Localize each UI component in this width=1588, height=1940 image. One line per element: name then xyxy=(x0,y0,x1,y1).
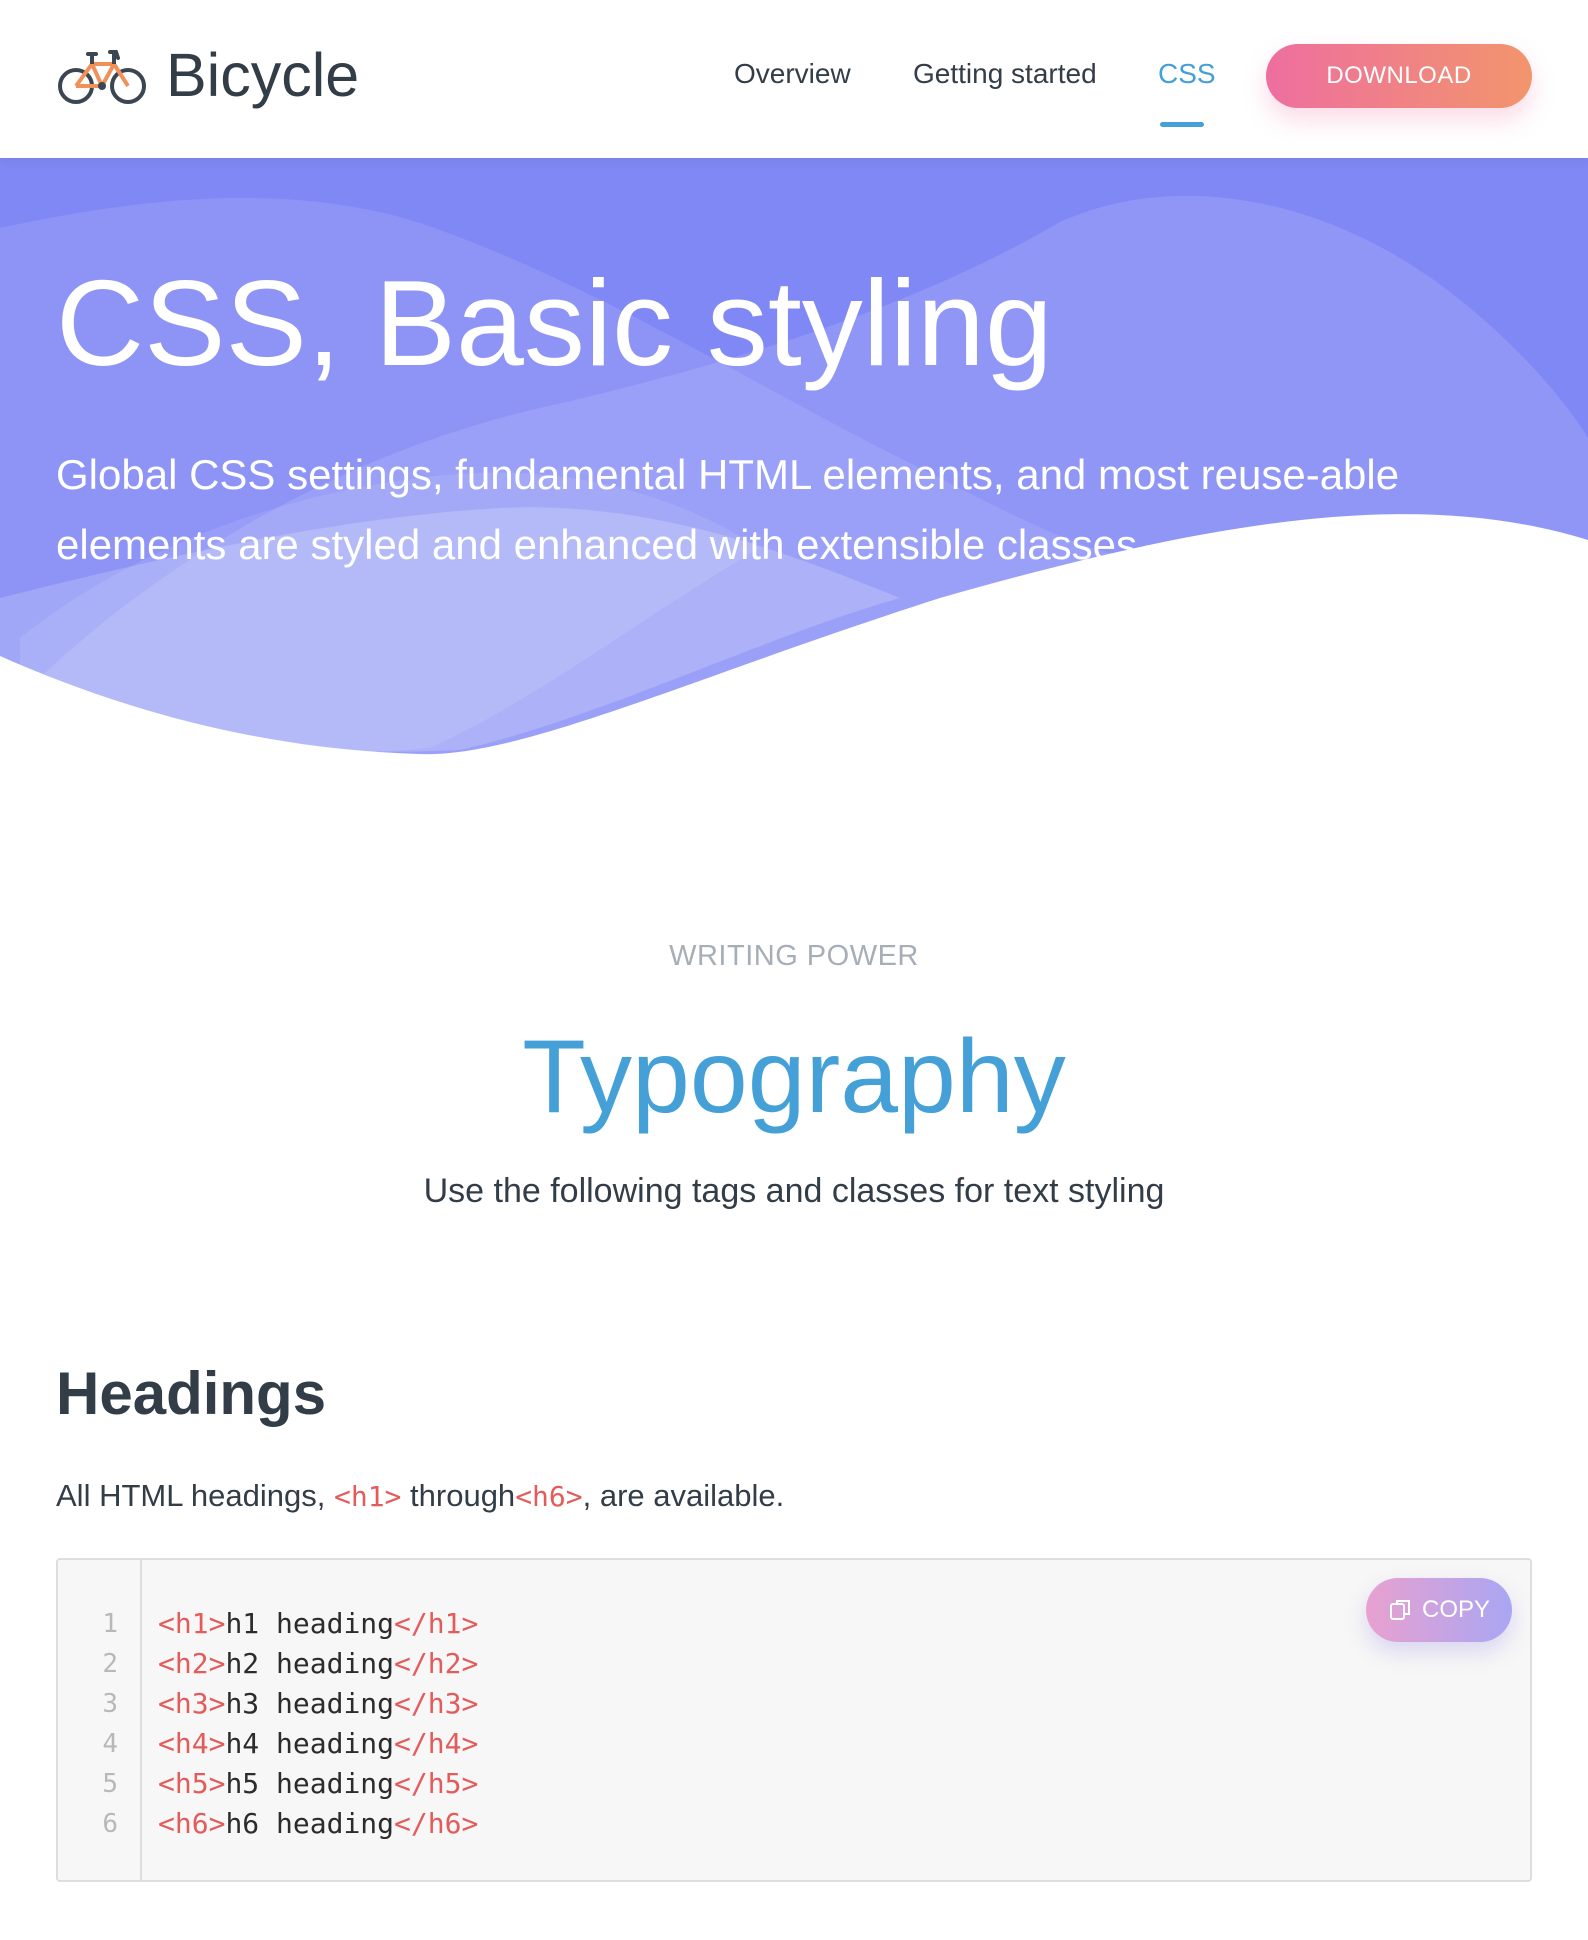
code-text: h2 heading xyxy=(225,1647,395,1680)
hero-banner: CSS, Basic styling Global CSS settings, … xyxy=(0,158,1588,778)
line-number: 5 xyxy=(102,1769,118,1799)
code-line: <h1>h1 heading</h1> xyxy=(158,1604,478,1644)
code-close-tag: </h3> xyxy=(394,1687,479,1720)
copy-icon xyxy=(1389,1600,1410,1620)
code-open-tag: <h2> xyxy=(158,1647,226,1680)
hero-title: CSS, Basic styling xyxy=(56,255,1053,391)
code-text: h3 heading xyxy=(225,1687,395,1720)
code-close-tag: </h1> xyxy=(394,1607,479,1640)
page: Bicycle Overview Getting started CSS DOW… xyxy=(0,0,1588,1940)
line-number: 1 xyxy=(102,1609,118,1639)
copy-button[interactable]: COPY xyxy=(1366,1578,1512,1642)
headings-text-mid: through xyxy=(401,1478,516,1513)
line-number: 3 xyxy=(102,1689,118,1719)
code-block[interactable]: 1 2 3 4 5 6 <h1>h1 heading</h1> <h2>h2 h… xyxy=(56,1558,1532,1882)
code-line: <h3>h3 heading</h3> xyxy=(158,1684,478,1724)
section-title: Typography xyxy=(522,1019,1066,1135)
headings-title: Headings xyxy=(56,1360,327,1427)
code-content: <h1>h1 heading</h1> <h2>h2 heading</h2> … xyxy=(158,1604,478,1844)
code-text: h5 heading xyxy=(225,1767,395,1800)
line-number: 6 xyxy=(102,1809,118,1839)
code-open-tag: <h4> xyxy=(158,1727,226,1760)
code-close-tag: </h4> xyxy=(394,1727,479,1760)
copy-label: COPY xyxy=(1421,1596,1490,1623)
section-eyebrow: WRITING POWER xyxy=(669,940,919,972)
nav-getting-started[interactable]: Getting started xyxy=(913,58,1097,90)
code-open-tag: <h3> xyxy=(158,1687,226,1720)
nav-overview[interactable]: Overview xyxy=(734,58,851,90)
nav-css[interactable]: CSS xyxy=(1158,58,1216,90)
headings-text-after: , are available. xyxy=(582,1478,785,1513)
inline-code-h6: <h6> xyxy=(515,1480,583,1513)
code-line: <h4>h4 heading</h4> xyxy=(158,1724,478,1764)
active-nav-indicator xyxy=(1160,122,1204,127)
code-text: h1 heading xyxy=(225,1607,395,1640)
line-number-gutter: 1 2 3 4 5 6 xyxy=(58,1560,142,1880)
code-open-tag: <h1> xyxy=(158,1607,226,1640)
code-line: <h2>h2 heading</h2> xyxy=(158,1644,478,1684)
code-close-tag: </h6> xyxy=(394,1807,479,1840)
inline-code-h1: <h1> xyxy=(333,1480,402,1513)
code-open-tag: <h6> xyxy=(158,1807,226,1840)
top-navbar: Bicycle Overview Getting started CSS DOW… xyxy=(0,0,1588,158)
code-line: <h5>h5 heading</h5> xyxy=(158,1764,478,1804)
code-close-tag: </h2> xyxy=(394,1647,479,1680)
line-number: 2 xyxy=(102,1649,118,1679)
code-text: h6 heading xyxy=(225,1807,395,1840)
download-button[interactable]: DOWNLOAD xyxy=(1266,44,1532,108)
headings-text-before: All HTML headings, xyxy=(56,1478,334,1513)
hero-subtitle: Global CSS settings, fundamental HTML el… xyxy=(56,451,1400,568)
code-line: <h6>h6 heading</h6> xyxy=(158,1804,478,1844)
line-number: 4 xyxy=(102,1729,118,1759)
code-close-tag: </h5> xyxy=(394,1767,479,1800)
code-open-tag: <h5> xyxy=(158,1767,226,1800)
headings-description: All HTML headings, <h1> through<h6>, are… xyxy=(56,1478,784,1514)
code-text: h4 heading xyxy=(225,1727,395,1760)
section-lead: Use the following tags and classes for t… xyxy=(423,1172,1165,1210)
